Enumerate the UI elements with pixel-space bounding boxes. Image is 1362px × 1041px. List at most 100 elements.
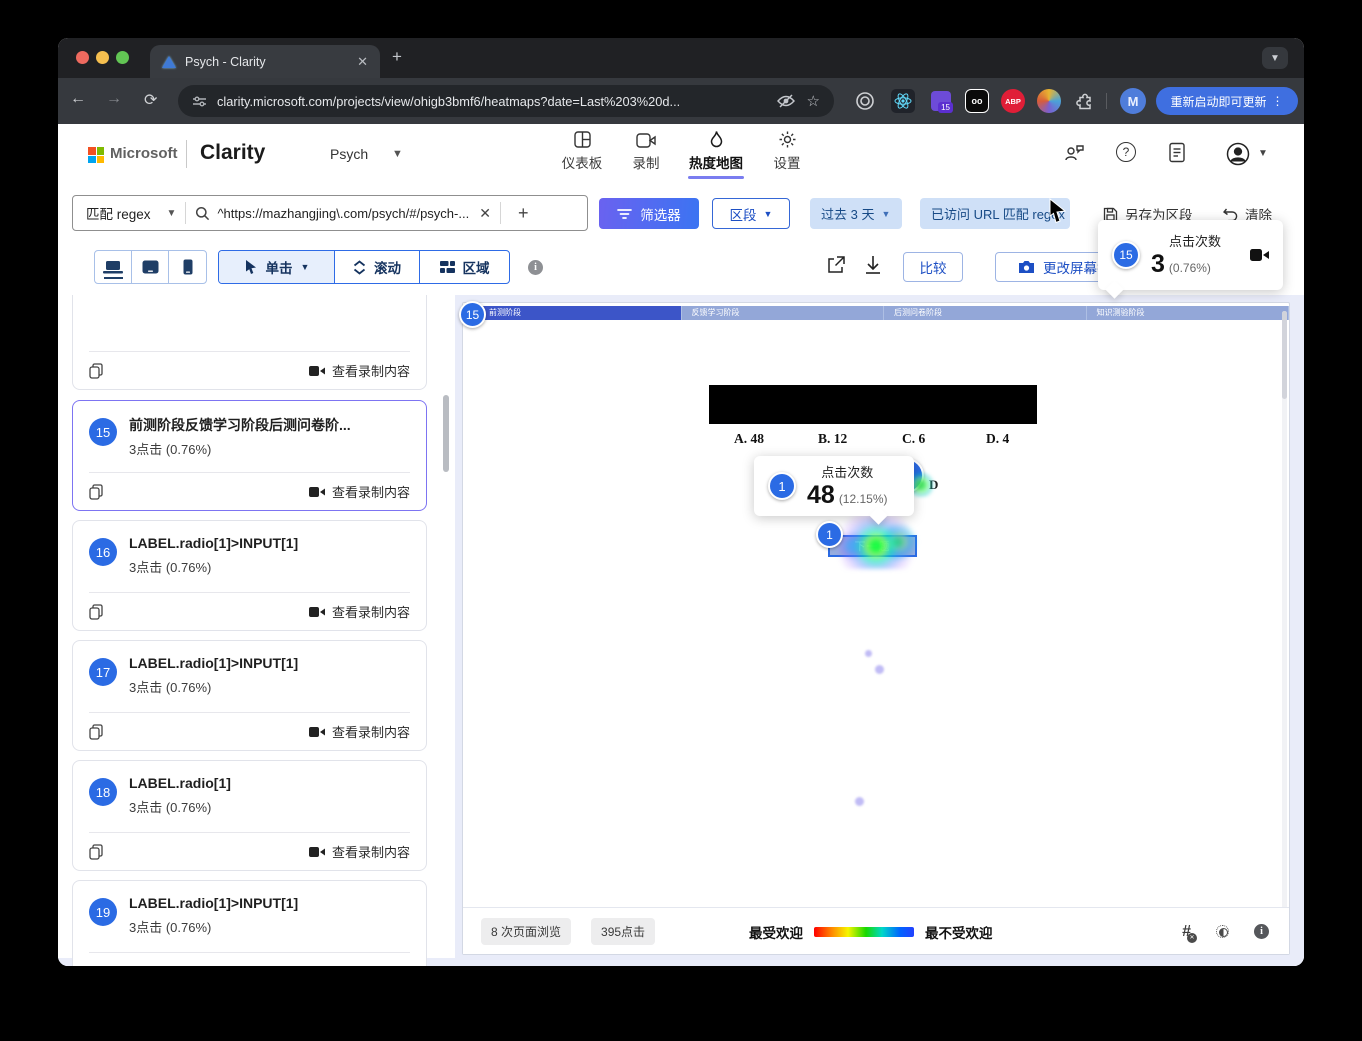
kebab-menu-icon[interactable]: ⋮	[1272, 94, 1284, 108]
match-type-select[interactable]: 匹配 regex	[73, 203, 151, 223]
feedback-icon[interactable]	[1063, 142, 1085, 169]
extension-react-icon[interactable]	[891, 89, 915, 113]
device-mobile-button[interactable]	[169, 251, 206, 283]
minimize-window-button[interactable]	[96, 51, 109, 64]
copy-icon[interactable]	[89, 724, 103, 740]
view-recordings-button[interactable]: 查看录制内容	[309, 602, 410, 621]
heat-legend: 最受欢迎 最不受欢迎	[749, 908, 993, 955]
list-item[interactable]: 18 LABEL.radio[1] 3点击 (0.76%) 查看录制内容	[72, 760, 427, 871]
marker-badge: 15	[1112, 241, 1140, 269]
filter-icon	[617, 208, 632, 220]
screen: Psych - Clarity ✕ + ▼ ← → ⟳ clarity.micr…	[0, 0, 1362, 1041]
heatmap-type-group: 单击 ▼ 滚动 区域	[218, 250, 510, 284]
tab-heatmaps[interactable]: 热度地图	[681, 130, 751, 172]
clear-search-icon[interactable]: ✕	[479, 205, 491, 222]
chevron-down-icon[interactable]: ▼	[167, 208, 177, 219]
extension-purple-icon[interactable]: 15	[929, 89, 953, 113]
tab-search-chevron-button[interactable]: ▼	[1262, 47, 1288, 69]
url-search-input[interactable]: ^https://mazhangjing\.com/psych/#/psych-…	[217, 206, 469, 221]
tab-recordings[interactable]: 录制	[611, 130, 681, 172]
copy-icon[interactable]	[89, 604, 103, 620]
info-icon[interactable]: i	[1254, 924, 1269, 939]
zoom-window-button[interactable]	[116, 51, 129, 64]
heatmap-scrollbar-thumb[interactable]	[1282, 311, 1287, 399]
new-tab-button[interactable]: +	[392, 47, 402, 67]
view-recordings-button[interactable]: 查看录制内容	[309, 842, 410, 861]
click-cursor-icon	[244, 259, 258, 275]
list-item[interactable]: 17 LABEL.radio[1]>INPUT[1] 3点击 (0.76%) 查…	[72, 640, 427, 751]
segments-button[interactable]: 区段 ▼	[712, 198, 790, 229]
element-title: LABEL.radio[1]>INPUT[1]	[129, 535, 298, 551]
video-icon	[636, 132, 657, 149]
extension-oo-icon[interactable]: oo	[965, 89, 989, 113]
extension-abp-icon[interactable]: ABP	[1001, 89, 1025, 113]
heatmap-scrollbar-track[interactable]	[1282, 311, 1287, 909]
video-camera-icon	[309, 846, 325, 858]
opacity-contrast-icon[interactable]	[1216, 925, 1229, 938]
microsoft-logo-icon	[88, 147, 104, 163]
project-selector[interactable]: Psych	[330, 146, 368, 162]
list-item[interactable]: 15 前测阶段反馈学习阶段后测问卷阶... 3点击 (0.76%) 查看录制内容	[72, 400, 427, 511]
stage-segment[interactable]: 反馈学习阶段	[682, 306, 885, 320]
back-icon[interactable]: ←	[70, 90, 86, 108]
flame-icon	[708, 130, 725, 149]
heatmap-type-click[interactable]: 单击 ▼	[219, 251, 335, 283]
copy-icon[interactable]	[89, 844, 103, 860]
heat-dot	[875, 665, 884, 674]
close-window-button[interactable]	[76, 51, 89, 64]
extension-bowl-icon[interactable]	[1037, 89, 1061, 113]
video-camera-icon[interactable]	[1250, 248, 1269, 262]
answer-option-d: D. 4	[986, 431, 1009, 447]
date-range-chip[interactable]: 过去 3 天 ▼	[810, 198, 902, 229]
docs-icon[interactable]	[1168, 142, 1186, 168]
video-camera-icon	[309, 726, 325, 738]
extensions-puzzle-icon[interactable]	[1073, 89, 1097, 113]
rank-badge: 19	[89, 898, 117, 926]
tab-title: Psych - Clarity	[185, 55, 351, 69]
help-icon[interactable]: ?	[1116, 142, 1136, 162]
add-url-filter-icon[interactable]: +	[518, 203, 529, 224]
address-bar[interactable]: clarity.microsoft.com/projects/view/ohig…	[178, 85, 834, 117]
view-recordings-button[interactable]: 查看录制内容	[309, 722, 410, 741]
stage-segment[interactable]: 前测阶段	[463, 306, 682, 320]
stage-segment[interactable]: 知识测验阶段	[1087, 306, 1290, 320]
forward-icon[interactable]: →	[106, 90, 122, 108]
tooltip-value: 3	[1151, 250, 1165, 279]
stage-segment[interactable]: 后测问卷阶段	[884, 306, 1087, 320]
bookmark-star-icon[interactable]: ☆	[807, 92, 820, 110]
browser-tab[interactable]: Psych - Clarity ✕	[150, 45, 380, 78]
pageviews-chip: 8 次页面浏览	[481, 918, 571, 945]
extension-target-icon[interactable]	[853, 89, 877, 113]
rank-badge: 17	[89, 658, 117, 686]
compare-button[interactable]: 比较	[903, 252, 963, 282]
list-item[interactable]: 16 LABEL.radio[1]>INPUT[1] 3点击 (0.76%) 查…	[72, 520, 427, 631]
device-desktop-button[interactable]	[95, 251, 132, 283]
tab-close-icon[interactable]: ✕	[357, 54, 368, 70]
heatmap-type-area[interactable]: 区域	[420, 251, 509, 283]
info-icon[interactable]: i	[528, 260, 543, 275]
profile-avatar[interactable]: M	[1120, 88, 1146, 114]
account-chevron-icon[interactable]: ▼	[1258, 148, 1268, 159]
view-recordings-button[interactable]: 查看录制内容	[309, 361, 410, 380]
copy-icon[interactable]	[89, 363, 103, 379]
chevron-down-icon[interactable]: ▼	[392, 148, 403, 160]
list-item[interactable]: 查看录制内容	[72, 295, 427, 390]
tab-dashboard[interactable]: 仪表板	[547, 130, 617, 172]
site-settings-icon[interactable]	[192, 94, 207, 109]
tab-settings[interactable]: 设置	[752, 130, 822, 172]
sidebar-scrollbar[interactable]	[443, 395, 449, 472]
relaunch-to-update-button[interactable]: 重新启动即可更新 ⋮	[1156, 87, 1298, 115]
toggle-numbers-icon[interactable]: #✕	[1182, 923, 1191, 941]
reload-icon[interactable]: ⟳	[144, 90, 157, 110]
share-icon[interactable]	[826, 255, 846, 280]
filters-button[interactable]: 筛选器	[599, 198, 699, 229]
eye-off-icon[interactable]	[777, 94, 795, 108]
copy-icon[interactable]	[89, 484, 103, 500]
device-tablet-button[interactable]	[132, 251, 169, 283]
download-icon[interactable]	[864, 255, 882, 280]
list-item[interactable]: 19 LABEL.radio[1]>INPUT[1] 3点击 (0.76%)	[72, 880, 427, 966]
url-text[interactable]: clarity.microsoft.com/projects/view/ohig…	[217, 94, 777, 109]
view-recordings-button[interactable]: 查看录制内容	[309, 482, 410, 501]
heatmap-type-scroll[interactable]: 滚动	[335, 251, 420, 283]
account-avatar-icon[interactable]	[1226, 142, 1250, 171]
